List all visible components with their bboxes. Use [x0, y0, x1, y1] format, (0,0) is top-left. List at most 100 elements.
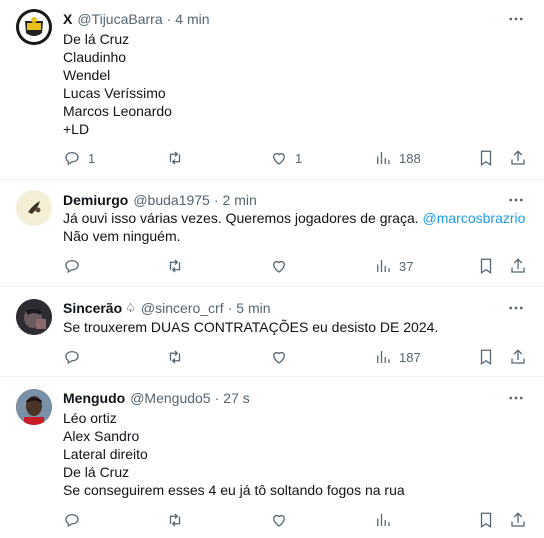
reply-icon [65, 152, 79, 166]
tweet-line: Já ouvi isso várias vezes. Queremos joga… [63, 209, 525, 227]
more-button[interactable] [504, 9, 528, 29]
retweet-button[interactable] [166, 148, 191, 168]
retweet-icon [169, 151, 181, 165]
avatar[interactable] [16, 9, 52, 45]
tweet-1[interactable]: X @TijucaBarra · 4 min De lá Cruz Claudi… [0, 0, 544, 180]
share-icon [511, 349, 525, 364]
tweet-line: +LD [63, 121, 90, 137]
like-button[interactable] [270, 510, 295, 530]
bookmark-button[interactable] [477, 347, 495, 367]
retweet-button[interactable] [166, 347, 191, 367]
separator-dot: · [214, 390, 220, 406]
tweet-text: Se trouxerem DUAS CONTRATAÇÕES eu desist… [63, 318, 438, 336]
more-button[interactable] [504, 190, 528, 210]
timestamp[interactable]: 2 min [223, 192, 257, 208]
bookmark-button[interactable] [477, 510, 495, 530]
mention-link[interactable]: @marcosbrazrio [423, 210, 526, 226]
author-name[interactable]: Sincerão [63, 300, 122, 316]
share-icon [511, 150, 525, 165]
action-bar: 187 [0, 347, 544, 367]
author-handle[interactable]: @TijucaBarra [77, 11, 162, 27]
avatar[interactable] [16, 389, 52, 425]
tweet-text: De lá Cruz Claudinho Wendel Lucas Veríss… [63, 30, 172, 138]
tweet-line: De lá Cruz [63, 31, 130, 47]
tweet-line: Alex Sandro [63, 428, 140, 444]
share-button[interactable] [509, 256, 527, 276]
tweet-line: Wendel [63, 67, 111, 83]
reply-icon [65, 260, 79, 274]
demiurgo-avatar-icon [16, 190, 52, 226]
reply-button[interactable] [63, 347, 88, 367]
author-handle[interactable]: @sincero_crf [141, 300, 224, 316]
views-button[interactable]: 187 [374, 347, 421, 367]
more-button[interactable] [504, 388, 528, 408]
separator-dot: · [213, 192, 219, 208]
bookmark-icon [480, 258, 492, 274]
author-handle[interactable]: @Mengudo5 [130, 390, 210, 406]
avatar[interactable] [16, 299, 52, 335]
retweet-button[interactable] [166, 510, 191, 530]
share-icon [511, 512, 525, 527]
tweet-header: Mengudo @Mengudo5 · 27 s [63, 388, 250, 408]
share-button[interactable] [509, 347, 527, 367]
like-button[interactable] [270, 347, 295, 367]
avatar[interactable] [16, 190, 52, 226]
tweet-header: Demiurgo @buda1975 · 2 min [63, 190, 257, 210]
timestamp[interactable]: 27 s [223, 390, 249, 406]
tweet-4[interactable]: Mengudo @Mengudo5 · 27 s Léo ortiz Alex … [0, 377, 544, 538]
retweet-button[interactable] [166, 256, 191, 276]
reply-icon [65, 351, 79, 365]
tweet-line-text: Já ouvi isso várias vezes. Queremos joga… [63, 210, 419, 226]
reply-button[interactable] [63, 256, 88, 276]
views-icon [377, 351, 390, 363]
share-button[interactable] [509, 510, 527, 530]
bookmark-icon [480, 349, 492, 365]
more-button[interactable] [504, 298, 528, 318]
tweet-line: De lá Cruz [63, 464, 130, 480]
tijuca-logo-icon [16, 9, 52, 45]
tweet-line: Léo ortiz [63, 410, 117, 426]
timestamp[interactable]: 5 min [236, 300, 270, 316]
separator-dot: · [166, 11, 172, 27]
retweet-icon [169, 513, 181, 527]
separator-dot: · [227, 300, 233, 316]
like-button[interactable]: 1 [270, 148, 302, 168]
action-bar: 1 1 188 [0, 148, 544, 168]
views-icon [377, 152, 390, 164]
reply-button[interactable] [63, 510, 88, 530]
views-button[interactable]: 37 [374, 256, 413, 276]
bookmark-button[interactable] [477, 256, 495, 276]
views-button[interactable] [374, 510, 399, 530]
retweet-icon [169, 350, 181, 364]
heart-icon [273, 260, 285, 273]
tweet-line: Marcos Leonardo [63, 103, 172, 119]
heart-icon [273, 152, 285, 165]
author-name[interactable]: X [63, 11, 72, 27]
tweet-3[interactable]: Sincerão ♤ @sincero_crf · 5 min Se troux… [0, 287, 544, 377]
reply-count: 1 [88, 150, 96, 166]
bookmark-button[interactable] [477, 148, 495, 168]
views-button[interactable]: 188 [374, 148, 421, 168]
heart-icon [273, 514, 285, 527]
reply-button[interactable]: 1 [63, 148, 95, 168]
more-icon [509, 306, 523, 310]
share-icon [511, 258, 525, 273]
bookmark-icon [480, 150, 492, 166]
more-icon [509, 17, 523, 21]
author-handle[interactable]: @buda1975 [133, 192, 210, 208]
author-name[interactable]: Mengudo [63, 390, 125, 406]
timestamp[interactable]: 4 min [175, 11, 209, 27]
like-button[interactable] [270, 256, 295, 276]
tweet-line: Se trouxerem DUAS CONTRATAÇÕES eu desist… [63, 319, 439, 335]
views-icon [377, 260, 390, 272]
tweet-text: Léo ortiz Alex Sandro Lateral direito De… [63, 409, 405, 499]
reply-icon [65, 514, 79, 528]
mengudo-avatar-icon [16, 389, 52, 425]
share-button[interactable] [509, 148, 527, 168]
tweet-line: Claudinho [63, 49, 127, 65]
views-count: 188 [399, 150, 421, 166]
author-name[interactable]: Demiurgo [63, 192, 128, 208]
tweet-2[interactable]: Demiurgo @buda1975 · 2 min Já ouvi isso … [0, 180, 544, 287]
views-count: 187 [399, 349, 421, 365]
views-count: 37 [399, 258, 414, 274]
